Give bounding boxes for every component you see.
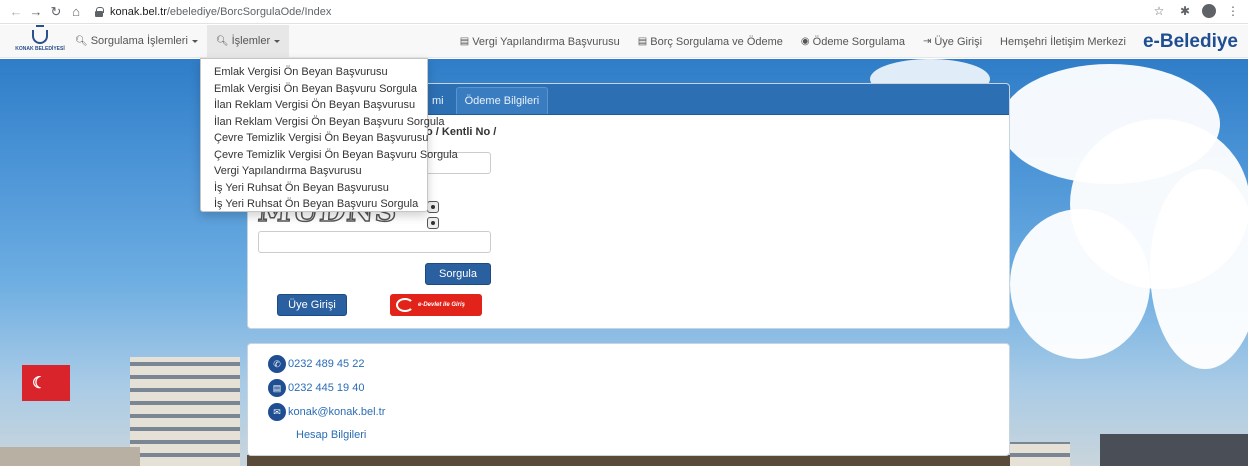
reload-icon[interactable]: ↻	[46, 2, 66, 22]
menu-sorgulama-label: Sorgulama İşlemleri	[90, 35, 188, 47]
nav-odeme-label: Ödeme Sorgulama	[812, 35, 905, 48]
site-navbar: KONAK BELEDİYESİ 🔍︎ Sorgulama İşlemleri …	[0, 24, 1248, 58]
dropdown-item[interactable]: Çevre Temizlik Vergisi Ön Beyan Başvurus…	[201, 130, 428, 147]
dropdown-item[interactable]: Emlak Vergisi Ön Beyan Başvurusu	[201, 64, 427, 81]
search-icon: 🔍︎	[215, 35, 229, 47]
cloud-shape	[1150, 169, 1248, 369]
nav-uye-label: Üye Girişi	[934, 35, 983, 48]
fax-icon: ▤	[268, 379, 286, 397]
nav-hemsehri[interactable]: Hemşehri İletişim Merkezi	[991, 25, 1135, 58]
islemler-dropdown: Emlak Vergisi Ön Beyan Başvurusu Emlak V…	[200, 58, 458, 213]
url-host: konak.bel.tr	[110, 5, 167, 18]
brand-logo[interactable]: e-Belediye	[1135, 31, 1248, 53]
edevlet-button[interactable]: e-Devlet ile Giriş	[390, 294, 482, 316]
star-icon[interactable]: ☆	[1150, 2, 1168, 20]
nav-uye-girisi[interactable]: ⇥ Üye Girişi	[914, 25, 991, 58]
sorgula-button[interactable]: Sorgula	[425, 263, 491, 285]
dropdown-item[interactable]: Emlak Vergisi Ön Beyan Başvuru Sorgula	[201, 81, 427, 98]
edevlet-label: e-Devlet ile Giriş	[418, 302, 466, 308]
caret-down-icon	[274, 39, 281, 43]
email-text[interactable]: konak@konak.bel.tr	[288, 406, 385, 418]
dropdown-item[interactable]: İş Yeri Ruhsat Ön Beyan Başvurusu	[201, 180, 427, 197]
eye-icon: ◉	[800, 36, 810, 47]
home-icon[interactable]: ⌂	[66, 2, 86, 22]
building-shape	[130, 357, 240, 466]
fax-text[interactable]: 0232 445 19 40	[288, 382, 364, 394]
contact-fax: ▤ 0232 445 19 40	[268, 379, 364, 397]
menu-islemler-label: İşlemler	[231, 35, 271, 47]
browser-toolbar: ← → ↻ ⌂ konak.bel.tr/ebelediye/BorcSorgu…	[0, 0, 1248, 24]
menu-icon[interactable]: ⋮	[1224, 2, 1242, 20]
envelope-icon: ✉	[268, 403, 286, 421]
phone-icon: ✆	[268, 355, 286, 373]
url-text: konak.bel.tr/ebelediye/BorcSorgulaOde/In…	[110, 6, 331, 18]
extensions-icon[interactable]: ✱	[1176, 2, 1194, 20]
back-arrow-icon[interactable]: ←	[6, 2, 26, 22]
dropdown-item[interactable]: İlan Reklam Vergisi Ön Beyan Başvurusu	[201, 97, 427, 114]
phone-text[interactable]: 0232 489 45 22	[288, 358, 364, 370]
contact-phone: ✆ 0232 489 45 22	[268, 355, 364, 373]
dropdown-item[interactable]: Vergi Yapılandırma Başvurusu	[201, 163, 427, 180]
list-icon: ▤	[637, 36, 648, 47]
nav-borc-label: Borç Sorgulama ve Ödeme	[650, 35, 783, 48]
menu-sorgulama-islemleri[interactable]: 🔍︎ Sorgulama İşlemleri	[66, 25, 207, 58]
list-icon: ▤	[459, 36, 470, 47]
nav-odeme-sorgulama[interactable]: ◉ Ödeme Sorgulama	[792, 25, 914, 58]
edevlet-logo-icon	[396, 298, 414, 312]
building-shape	[0, 447, 140, 466]
menu-islemler[interactable]: 🔍︎ İşlemler	[206, 24, 290, 58]
hesap-bilgileri-link[interactable]: Hesap Bilgileri	[296, 429, 366, 441]
profile-icon[interactable]	[1202, 4, 1216, 18]
dropdown-item[interactable]: Çevre Temizlik Vergisi Ön Beyan Başvuru …	[201, 147, 458, 164]
dropdown-item[interactable]: İlan Reklam Vergisi Ön Beyan Başvuru Sor…	[201, 114, 445, 131]
captcha-refresh-icon[interactable]	[427, 201, 439, 213]
logo-emblem-icon	[32, 25, 48, 44]
lock-icon	[94, 6, 104, 17]
nav-hemsehri-label: Hemşehri İletişim Merkezi	[1000, 35, 1126, 48]
building-shape	[1010, 442, 1070, 466]
forward-arrow-icon[interactable]: →	[26, 2, 46, 22]
search-icon: 🔍︎	[75, 35, 88, 47]
ground-shape	[247, 455, 1010, 466]
address-bar[interactable]: konak.bel.tr/ebelediye/BorcSorgulaOde/In…	[94, 2, 1214, 22]
nav-vergi-label: Vergi Yapılandırma Başvurusu	[472, 35, 620, 48]
turkish-flag-icon: ☾	[22, 365, 70, 401]
url-path: /ebelediye/BorcSorgulaOde/Index	[166, 5, 332, 18]
captcha-audio-icon[interactable]	[427, 217, 439, 229]
dropdown-item[interactable]: İş Yeri Ruhsat Ön Beyan Başvuru Sorgula	[201, 196, 427, 213]
captcha-input[interactable]	[258, 231, 491, 253]
nav-borc-sorgulama[interactable]: ▤ Borç Sorgulama ve Ödeme	[629, 25, 792, 58]
nav-vergi-yapilandirma[interactable]: ▤ Vergi Yapılandırma Başvurusu	[451, 25, 629, 58]
logo-text: KONAK BELEDİYESİ	[15, 46, 65, 52]
contact-email: ✉ konak@konak.bel.tr	[268, 403, 385, 421]
cloud-shape	[1010, 209, 1150, 359]
caret-down-icon	[191, 39, 198, 43]
uye-girisi-button[interactable]: Üye Girişi	[277, 294, 347, 316]
login-icon: ⇥	[922, 36, 932, 47]
contact-panel: ✆ 0232 489 45 22 ▤ 0232 445 19 40 ✉ kona…	[247, 343, 1010, 456]
building-shape	[1100, 434, 1248, 466]
konak-logo[interactable]: KONAK BELEDİYESİ	[14, 25, 66, 58]
tab-odeme-bilgileri[interactable]: Ödeme Bilgileri	[455, 87, 549, 114]
